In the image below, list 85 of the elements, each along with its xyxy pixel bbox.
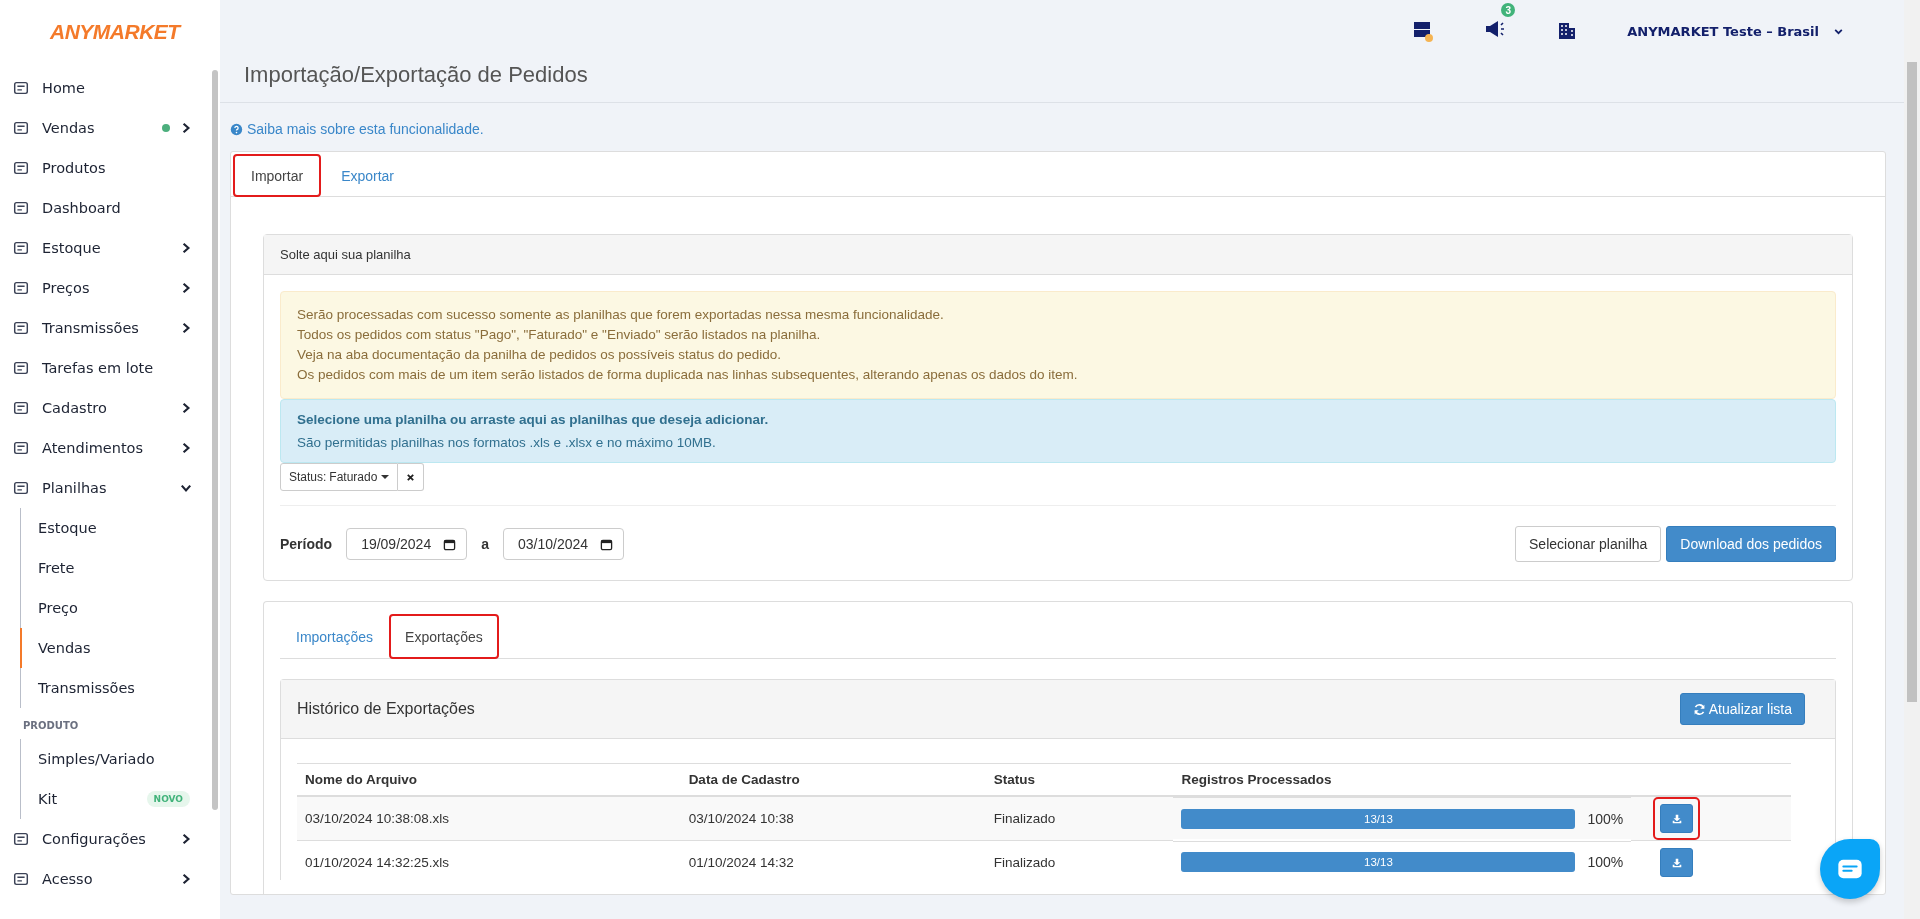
scrollbar[interactable] [212, 70, 218, 810]
tab[interactable]: Importações [280, 614, 390, 659]
sidebar-item[interactable]: Transmissões [0, 308, 200, 348]
date-field[interactable]: 19/09/2024 [346, 528, 468, 560]
period-label: Período [280, 536, 333, 552]
menu-item-icon [12, 359, 30, 377]
menu-item-icon [12, 279, 30, 297]
sidebar-item[interactable]: Configurações [0, 819, 200, 859]
notification-badge: 3 [1501, 3, 1516, 17]
menu-item-icon [12, 870, 30, 888]
sidebar-item[interactable]: Vendas [0, 108, 200, 148]
sidebar-item[interactable]: Estoque [0, 228, 200, 268]
menu-item-icon [12, 239, 30, 257]
table-cell: 01/10/2024 14:32 [680, 840, 986, 884]
table-cell: Finalizado [985, 796, 1174, 841]
progress-text: 13/13 [1364, 856, 1393, 868]
calendar-icon [443, 537, 457, 551]
sidebar-item[interactable]: Acesso [0, 859, 200, 899]
notice-text: Todos os pedidos com status "Pago", "Faturado" e "Enviado" serão listados na planilha. [297, 328, 822, 342]
table-cell: 01/10/2024 14:32:25.xls [297, 840, 681, 884]
panel-heading: Solte aqui sua planilha [264, 235, 1852, 275]
menu-item-icon [12, 119, 30, 137]
close-icon [406, 472, 416, 482]
menu-item-icon [12, 830, 30, 848]
sidebar-item[interactable]: Atendimentos [0, 428, 200, 468]
section-heading: PRODUTO [22, 719, 79, 733]
table-cell: Finalizado [985, 840, 1174, 884]
menu-item-icon [12, 159, 30, 177]
submenu-item[interactable]: Simples/Variado [20, 739, 200, 779]
download-button[interactable] [1660, 848, 1694, 877]
page-title: Importação/Exportação de Pedidos [220, 62, 1904, 103]
notice-text: Serão processadas com sucesso somente as planilhas que forem exportadas nessa mesma funcionalidade. [297, 308, 945, 322]
notice-text: Os pedidos com mais de um item serão listados de forma duplicada nas linhas subsequentes, alterando apenas os dados do item. [297, 368, 1079, 382]
account-menu[interactable]: ANYMARKET Teste – Brasil [1627, 23, 1819, 39]
tab[interactable]: Exportar [323, 154, 413, 197]
menu-item-icon [12, 479, 30, 497]
clear-filter-button[interactable] [398, 463, 425, 491]
menu-item-icon [12, 399, 30, 417]
new-badge: NOVO [146, 791, 190, 807]
download-icon [1670, 856, 1683, 869]
submenu-item[interactable]: Transmissões [20, 668, 200, 708]
menu-item-icon [12, 79, 30, 97]
submenu-item[interactable]: Estoque [20, 508, 200, 548]
table-cell: 03/10/2024 10:38 [680, 796, 986, 841]
tab[interactable]: Exportações [389, 614, 499, 659]
drop-zone[interactable]: Selecione uma planilha ou arraste aqui as planilhas que deseja adicionar. São permitidas planilhas nos formatos .xls e .xlsx e no máximo 10MB. [280, 399, 1836, 463]
sidebar-item[interactable]: Cadastro [0, 388, 200, 428]
date-field[interactable]: 03/10/2024 [503, 528, 625, 560]
submenu-item[interactable]: Frete [20, 548, 200, 588]
help-icon [230, 122, 243, 136]
drop-zone-hint: São permitidas planilhas nos formatos .xls e .xlsx e no máximo 10MB. [297, 435, 716, 450]
download-button[interactable] [1660, 804, 1694, 833]
menu-item-icon [12, 199, 30, 217]
caret-icon [381, 473, 390, 481]
status-filter[interactable]: Status: Faturado [280, 463, 399, 491]
submenu-item[interactable]: Vendas [20, 628, 200, 668]
menu-item-icon [12, 319, 30, 337]
sidebar-item[interactable]: Dashboard [0, 188, 200, 228]
percent-text: 100% [1587, 854, 1624, 870]
chat-icon [1837, 859, 1863, 879]
sidebar-item[interactable]: Preços [0, 268, 200, 308]
submenu-item[interactable]: Preço [20, 588, 200, 628]
progress-text: 13/13 [1364, 812, 1393, 825]
select-file-button[interactable]: Selecionar planilha [1515, 526, 1662, 562]
download-button[interactable]: Download dos pedidos [1666, 526, 1836, 562]
sidebar-item[interactable]: Home [0, 68, 200, 108]
sidebar-item[interactable]: Produtos [0, 148, 200, 188]
download-icon [1670, 812, 1683, 825]
notice-text: Veja na aba documentação da panilha de pedidos os possíveis status do pedido. [297, 348, 783, 362]
scrollbar[interactable] [1904, 0, 1920, 919]
calendar-icon [600, 537, 614, 551]
menu-item-icon [12, 439, 30, 457]
sidebar-item[interactable]: Planilhas [0, 468, 200, 508]
percent-text: 100% [1587, 810, 1624, 827]
refresh-button[interactable]: Atualizar lista [1679, 693, 1805, 725]
tab[interactable]: Importar [233, 154, 322, 197]
history-title: Histórico de Exportações [297, 700, 475, 718]
server-icon[interactable] [1411, 19, 1436, 43]
sidebar-item[interactable]: Tarefas em lote [0, 348, 200, 388]
drop-zone-title: Selecione uma planilha ou arraste aqui as planilhas que deseja adicionar. [297, 412, 769, 427]
refresh-icon [1692, 702, 1706, 716]
table-cell: 03/10/2024 10:38:08.xls [297, 796, 681, 841]
help-link[interactable]: Saiba mais sobre esta funcionalidade. [247, 121, 484, 137]
period-separator: a [481, 536, 489, 552]
submenu-item[interactable]: Kit NOVO [20, 779, 200, 819]
